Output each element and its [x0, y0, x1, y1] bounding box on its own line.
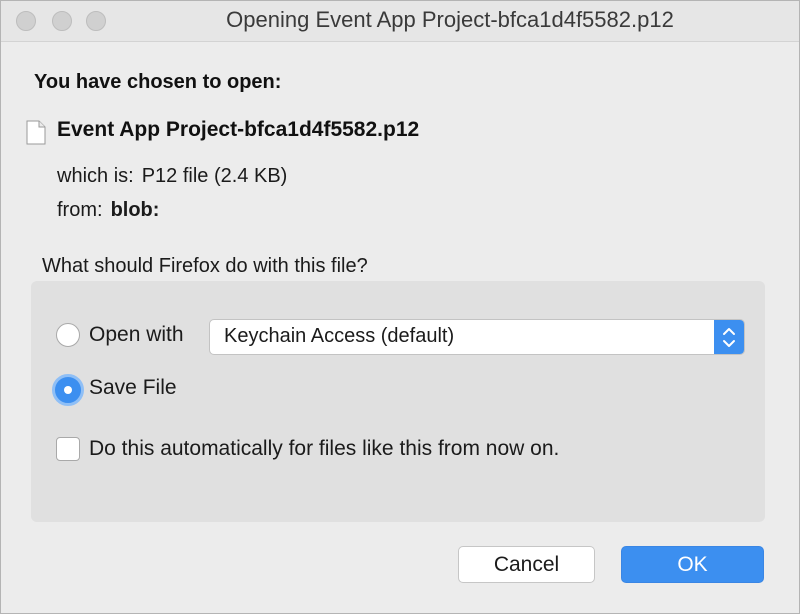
- open-with-radio[interactable]: [56, 323, 80, 347]
- download-dialog-window: Opening Event App Project-bfca1d4f5582.p…: [0, 0, 800, 614]
- title-bar[interactable]: Opening Event App Project-bfca1d4f5582.p…: [1, 1, 799, 42]
- auto-action-checkbox[interactable]: [56, 437, 80, 461]
- dialog-heading: You have chosen to open:: [34, 71, 282, 93]
- file-source-label: from:: [57, 199, 103, 221]
- window-title: Opening Event App Project-bfca1d4f5582.p…: [226, 7, 674, 32]
- application-select-value: Keychain Access (default): [224, 325, 455, 347]
- save-file-radio[interactable]: [52, 374, 84, 406]
- application-select[interactable]: Keychain Access (default): [209, 319, 745, 355]
- file-source-value: blob:: [110, 199, 160, 221]
- file-type-value: P12 file (2.4 KB): [141, 165, 288, 187]
- zoom-window-button[interactable]: [86, 11, 106, 31]
- ok-button[interactable]: OK: [621, 546, 764, 583]
- file-type-label: which is:: [57, 165, 134, 187]
- open-with-label[interactable]: Open with: [89, 323, 184, 347]
- chevron-up-down-icon[interactable]: [714, 320, 744, 354]
- action-question: What should Firefox do with this file?: [42, 255, 368, 277]
- cancel-button[interactable]: Cancel: [458, 546, 595, 583]
- save-file-label[interactable]: Save File: [89, 376, 177, 400]
- close-window-button[interactable]: [16, 11, 36, 31]
- auto-action-label[interactable]: Do this automatically for files like thi…: [89, 437, 559, 461]
- file-name: Event App Project-bfca1d4f5582.p12: [57, 118, 420, 141]
- file-type-row: which is: P12 file (2.4 KB): [57, 165, 287, 188]
- minimize-window-button[interactable]: [52, 11, 72, 31]
- file-source-row: from: blob:: [57, 199, 159, 222]
- action-options-group: Open with Keychain Access (default) Save…: [31, 281, 765, 522]
- document-icon: [26, 120, 46, 150]
